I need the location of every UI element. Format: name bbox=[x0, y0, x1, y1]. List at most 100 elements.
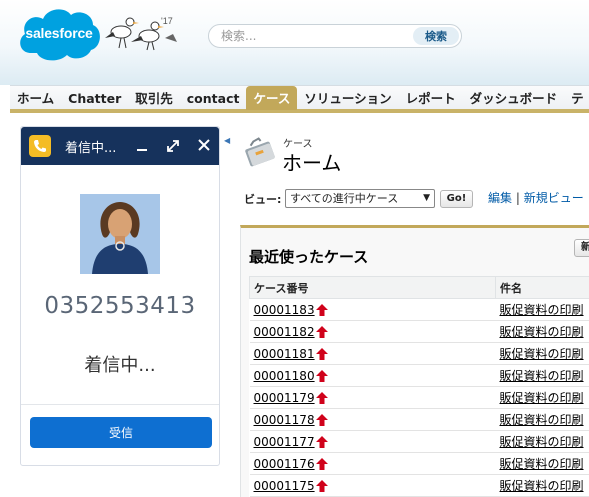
table-row: 00001175 販促資料の印刷 bbox=[249, 474, 589, 497]
tab-8[interactable]: テ bbox=[564, 86, 589, 110]
phone-icon bbox=[29, 135, 51, 157]
case-number-link[interactable]: 00001179 bbox=[254, 391, 315, 405]
recent-cases-panel: 最近使ったケース 新 ケース番号 件名 00001183 販促資料の印刷 00001… bbox=[240, 225, 589, 497]
case-number-link[interactable]: 00001178 bbox=[254, 413, 315, 427]
table-row: 00001180 販促資料の印刷 bbox=[249, 364, 589, 387]
column-header-case-number[interactable]: ケース番号 bbox=[249, 276, 496, 299]
tab-5[interactable]: ソリューション bbox=[297, 86, 398, 110]
case-subject-cell: 販促資料の印刷 bbox=[495, 386, 589, 409]
escalation-arrow-icon bbox=[315, 348, 328, 360]
accept-call-button[interactable]: 受信 bbox=[30, 417, 212, 448]
tab-1[interactable]: Chatter bbox=[61, 86, 128, 110]
go-button[interactable]: Go! bbox=[440, 190, 473, 208]
tab-bar: ホーム Chatter 取引先 contact ケース ソリューション レポート ダッシュボー… bbox=[10, 85, 589, 113]
case-number-cell: 00001175 bbox=[249, 474, 496, 497]
case-number-cell: 00001178 bbox=[249, 408, 496, 431]
page-title: ホーム bbox=[282, 151, 342, 175]
table-row: 00001181 販促資料の印刷 bbox=[249, 342, 589, 365]
minimize-icon[interactable] bbox=[131, 133, 153, 157]
tab-7[interactable]: ダッシュボード bbox=[463, 86, 565, 110]
new-case-button[interactable]: 新 bbox=[574, 239, 589, 257]
case-subject-cell: 販促資料の印刷 bbox=[495, 320, 589, 343]
edit-view-link[interactable]: 編集 bbox=[488, 191, 512, 205]
case-number-cell: 00001179 bbox=[249, 386, 496, 409]
release-mascot: '17 bbox=[103, 12, 183, 52]
case-number-link[interactable]: 00001181 bbox=[254, 347, 315, 361]
tab-4[interactable]: ケース bbox=[246, 86, 298, 110]
view-select[interactable]: すべての進行中ケース ▼ bbox=[285, 189, 435, 208]
tab-2[interactable]: 取引先 bbox=[128, 86, 180, 110]
case-number-link[interactable]: 00001182 bbox=[254, 325, 315, 339]
escalation-arrow-icon bbox=[315, 414, 328, 426]
dropdown-arrow-icon: ▼ bbox=[423, 193, 430, 203]
case-subject-link[interactable]: 販促資料の印刷 bbox=[500, 413, 584, 427]
table-row: 00001176 販促資料の印刷 bbox=[249, 452, 589, 475]
case-subject-cell: 販促資料の印刷 bbox=[495, 364, 589, 387]
search-input[interactable] bbox=[211, 26, 411, 46]
recent-cases-body: 00001183 販促資料の印刷 00001182 販促資料の印刷 00001181 販促… bbox=[249, 298, 589, 497]
case-subject-link[interactable]: 販促資料の印刷 bbox=[500, 303, 584, 317]
link-separator: | bbox=[515, 191, 520, 205]
case-subject-link[interactable]: 販促資料の印刷 bbox=[500, 391, 584, 405]
softphone-title: 着信中... bbox=[65, 141, 117, 156]
close-icon[interactable] bbox=[193, 133, 215, 157]
case-number-link[interactable]: 00001175 bbox=[254, 479, 315, 493]
tab-6[interactable]: レポート bbox=[399, 86, 463, 110]
case-number-cell: 00001180 bbox=[249, 364, 496, 387]
case-number-cell: 00001176 bbox=[249, 452, 496, 475]
escalation-arrow-icon bbox=[315, 458, 328, 470]
escalation-arrow-icon bbox=[315, 370, 328, 382]
escalation-arrow-icon bbox=[315, 326, 328, 338]
person-avatar-icon bbox=[80, 194, 160, 274]
case-briefcase-icon bbox=[244, 133, 278, 169]
case-subject-link[interactable]: 販促資料の印刷 bbox=[500, 479, 584, 493]
case-subject-cell: 販促資料の印刷 bbox=[495, 452, 589, 475]
view-select-value: すべての進行中ケース bbox=[290, 192, 399, 205]
recent-cases-title: 最近使ったケース bbox=[249, 248, 369, 266]
table-row: 00001182 販促資料の印刷 bbox=[249, 320, 589, 343]
case-subject-link[interactable]: 販促資料の印刷 bbox=[500, 457, 584, 471]
expand-icon[interactable] bbox=[162, 133, 184, 157]
case-number-cell: 00001177 bbox=[249, 430, 496, 453]
call-status: 着信中... bbox=[84, 355, 156, 376]
collapse-arrow-icon[interactable]: ◀ bbox=[224, 126, 232, 156]
case-subject-link[interactable]: 販促資料の印刷 bbox=[500, 435, 584, 449]
table-row: 00001177 販促資料の印刷 bbox=[249, 430, 589, 453]
tab-3[interactable]: contact bbox=[180, 86, 247, 110]
table-row: 00001178 販促資料の印刷 bbox=[249, 408, 589, 431]
search-box: 検索 bbox=[208, 24, 462, 48]
case-subject-cell: 販促資料の印刷 bbox=[495, 474, 589, 497]
salesforce-logo[interactable]: salesforce bbox=[17, 5, 101, 63]
table-row: 00001183 販促資料の印刷 bbox=[249, 298, 589, 321]
case-subject-cell: 販促資料の印刷 bbox=[495, 342, 589, 365]
view-label: ビュー: bbox=[244, 193, 282, 206]
case-number-link[interactable]: 00001183 bbox=[254, 303, 315, 317]
caller-number: 0352553413 bbox=[44, 293, 196, 319]
case-number-cell: 00001183 bbox=[249, 298, 496, 321]
escalation-arrow-icon bbox=[315, 392, 328, 404]
escalation-arrow-icon bbox=[315, 436, 328, 448]
case-number-link[interactable]: 00001177 bbox=[254, 435, 315, 449]
case-number-cell: 00001182 bbox=[249, 320, 496, 343]
case-subject-cell: 販促資料の印刷 bbox=[495, 430, 589, 453]
new-view-link[interactable]: 新規ビュー bbox=[524, 191, 584, 205]
case-subject-link[interactable]: 販促資料の印刷 bbox=[500, 347, 584, 361]
view-links: 編集 | 新規ビュー bbox=[488, 189, 584, 206]
case-subject-link[interactable]: 販促資料の印刷 bbox=[500, 325, 584, 339]
case-subject-link[interactable]: 販促資料の印刷 bbox=[500, 369, 584, 383]
case-subject-cell: 販促資料の印刷 bbox=[495, 408, 589, 431]
table-row: 00001179 販促資料の印刷 bbox=[249, 386, 589, 409]
case-number-link[interactable]: 00001180 bbox=[254, 369, 315, 383]
case-number-cell: 00001181 bbox=[249, 342, 496, 365]
table-header-row: ケース番号 件名 bbox=[249, 276, 589, 299]
softphone-header: 着信中... bbox=[21, 127, 219, 165]
divider bbox=[21, 404, 219, 405]
case-number-link[interactable]: 00001176 bbox=[254, 457, 315, 471]
column-header-subject[interactable]: 件名 bbox=[495, 276, 589, 299]
search-button[interactable]: 検索 bbox=[413, 27, 459, 45]
case-subject-cell: 販促資料の印刷 bbox=[495, 298, 589, 321]
mascot-year: '17 bbox=[161, 16, 173, 26]
tab-0[interactable]: ホーム bbox=[10, 86, 61, 110]
softphone-panel: 着信中... 0352553413 着信中... 受信 bbox=[20, 126, 220, 466]
recent-cases-table: ケース番号 件名 00001183 販促資料の印刷 00001182 販促資料の印刷 0… bbox=[249, 276, 589, 497]
